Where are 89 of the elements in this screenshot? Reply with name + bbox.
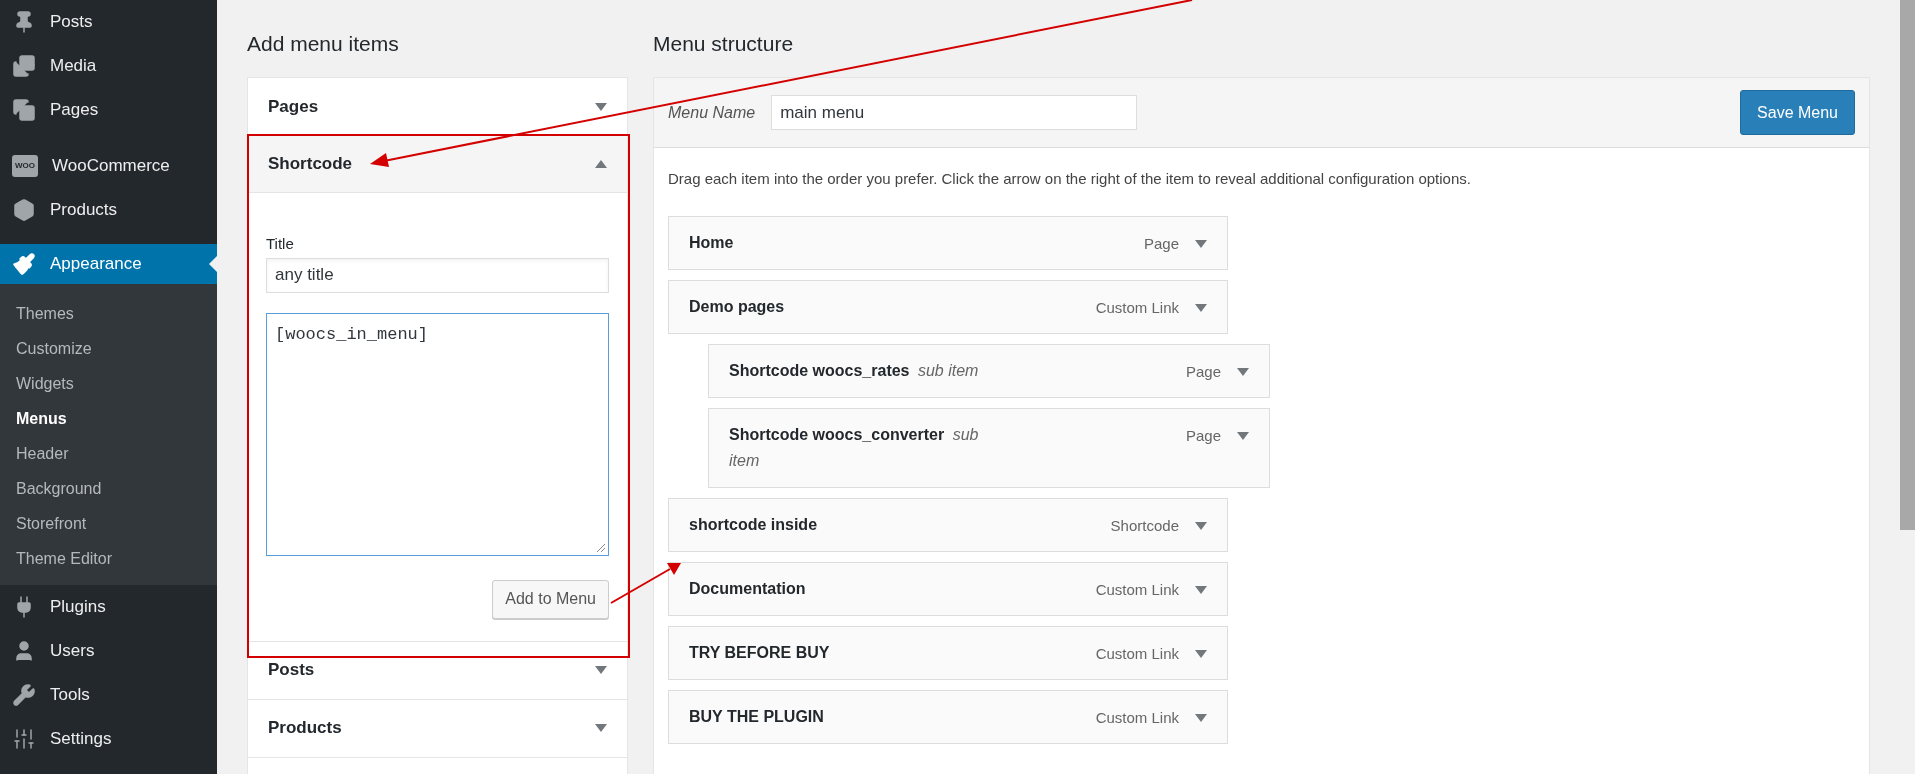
submenu-item[interactable]: Widgets [0, 366, 217, 401]
caret-down-icon[interactable] [595, 724, 607, 732]
sidebar-item-label: WooCommerce [52, 155, 170, 178]
accordion-title: Pages [268, 95, 319, 118]
expand-caret-icon[interactable] [1195, 649, 1207, 658]
submenu-item[interactable]: Header [0, 436, 217, 471]
sidebar-item-label: Products [50, 199, 118, 222]
menu-item-title: shortcode inside [689, 514, 818, 535]
accordion-header[interactable]: Shortcode [248, 136, 627, 193]
menu-item-type: Custom Link [1095, 707, 1179, 728]
sidebar-item-label: Settings [50, 728, 112, 751]
sidebar-item-label: Users [50, 640, 95, 663]
menu-item-type: Shortcode [1110, 515, 1179, 536]
menu-item[interactable]: Shortcode woocs_converter sub item Page [708, 407, 1270, 488]
expand-caret-icon[interactable] [1237, 431, 1249, 440]
sidebar-item[interactable]: Tools [0, 673, 217, 717]
instructions-text: Drag each item into the order you prefer. Click the arrow on the right of the item to reveal additional configuration options. [668, 169, 1472, 189]
sidebar-item[interactable]: Products [0, 188, 217, 232]
sidebar-item[interactable]: Plugins [0, 585, 217, 629]
resize-handle-icon [596, 542, 606, 553]
sidebar-item[interactable]: Pages [0, 88, 217, 132]
add-to-menu-button[interactable]: Add to Menu [492, 579, 609, 619]
sidebar-item-label: Plugins [50, 596, 106, 619]
pages-icon [12, 98, 36, 122]
sliders-icon [12, 727, 36, 751]
accordion-title: Products [268, 717, 342, 740]
submenu-item[interactable]: Background [0, 471, 217, 506]
shortcode-textarea[interactable]: [woocs_in_menu] [266, 312, 609, 556]
submenu-item[interactable]: Theme Editor [0, 541, 217, 576]
menu-item[interactable]: Shortcode woocs_rates sub item Page [708, 343, 1270, 398]
menu-item-title: TRY BEFORE BUY [689, 642, 830, 663]
sidebar-item-label: Posts [50, 11, 93, 34]
menu-name-label: Menu Name [668, 102, 756, 123]
menu-item[interactable]: TRY BEFORE BUY Custom Link [668, 625, 1228, 680]
annotation-arrow [610, 563, 681, 604]
caret-down-icon[interactable] [595, 666, 607, 674]
menu-item-title: BUY THE PLUGIN [689, 706, 824, 727]
menu-item-title: Shortcode woocs_converter sub item [729, 424, 980, 471]
menu-item-title: Home [689, 232, 734, 253]
scrollbar-thumb[interactable] [1900, 0, 1915, 530]
sidebar-item[interactable]: Appearance [0, 244, 217, 284]
menu-item-title: Shortcode woocs_rates sub item [729, 360, 979, 381]
submenu-item[interactable]: Storefront [0, 506, 217, 541]
submenu-item[interactable]: Customize [0, 331, 217, 366]
expand-caret-icon[interactable] [1195, 713, 1207, 722]
accordion-title: Shortcode [268, 153, 353, 176]
expand-caret-icon[interactable] [1237, 367, 1249, 376]
submenu-item[interactable]: Themes [0, 296, 217, 331]
caret-up-icon[interactable] [595, 160, 607, 168]
menu-item-title: Documentation [689, 578, 806, 599]
title-input[interactable]: any title [266, 257, 609, 293]
menu-item-type: Custom Link [1095, 643, 1179, 664]
current-pointer-icon [209, 256, 217, 272]
submenu-item[interactable]: Menus [0, 401, 217, 436]
menu-item[interactable]: Documentation Custom Link [668, 561, 1228, 616]
menu-item-type: Page [1185, 425, 1221, 446]
menu-item[interactable]: shortcode inside Shortcode [668, 497, 1228, 552]
menu-item[interactable]: BUY THE PLUGIN Custom Link [668, 689, 1228, 744]
sidebar-item[interactable]: Users [0, 629, 217, 673]
sidebar-item[interactable]: WOO WooCommerce [0, 144, 217, 188]
menu-item-type: Page [1185, 361, 1221, 382]
woo-logo-icon: WOO [12, 155, 38, 177]
menu-name-input[interactable]: main menu [771, 95, 1138, 130]
sidebar-item[interactable]: Posts [0, 0, 217, 44]
expand-caret-icon[interactable] [1195, 585, 1207, 594]
sidebar-item-label: Media [50, 55, 97, 78]
expand-caret-icon[interactable] [1195, 239, 1207, 248]
sidebar-item-label: Appearance [50, 253, 142, 276]
sidebar-item-label: Pages [50, 99, 99, 122]
menu-item[interactable]: Demo pages Custom Link [668, 279, 1228, 334]
menu-item[interactable]: Home Page [668, 215, 1228, 270]
expand-caret-icon[interactable] [1195, 303, 1207, 312]
menu-item-type: Page [1143, 233, 1179, 254]
menu-item-title: Demo pages [689, 296, 785, 317]
sidebar-item[interactable]: Settings [0, 717, 217, 761]
expand-caret-icon[interactable] [1195, 521, 1207, 530]
save-menu-button[interactable]: Save Menu [1740, 90, 1855, 135]
textarea-value: [woocs_in_menu] [275, 324, 429, 344]
menu-item-type: Custom Link [1095, 579, 1179, 600]
accordion-title: Posts [268, 659, 315, 682]
sidebar-item-label: Tools [50, 684, 90, 707]
paintbrush-icon [12, 252, 36, 276]
menu-item-type: Custom Link [1095, 297, 1179, 318]
wrench-icon [12, 683, 36, 707]
field-label: Title [266, 234, 295, 254]
caret-down-icon[interactable] [595, 102, 607, 111]
section-heading: Add menu items [247, 31, 400, 57]
sidebar-item[interactable]: Media [0, 44, 217, 88]
section-heading: Menu structure [653, 31, 795, 57]
